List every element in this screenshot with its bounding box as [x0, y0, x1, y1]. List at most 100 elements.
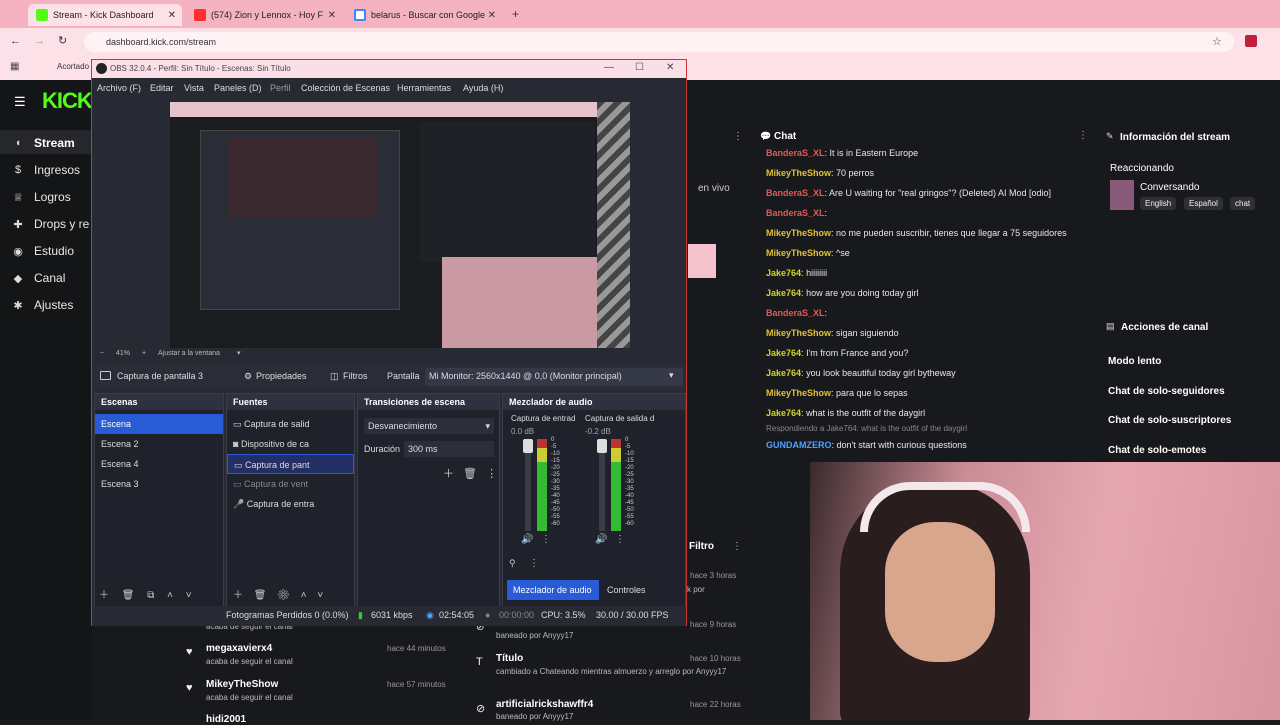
pencil-icon[interactable]: ✎: [1106, 131, 1114, 142]
menu-perfil[interactable]: Perfil: [270, 83, 291, 93]
sidebar-item-ajustes[interactable]: ✱ Ajustes: [12, 298, 73, 312]
scene-controls[interactable]: ＋ 🗑 ⧉ ˄ ˅: [99, 586, 192, 601]
chat-message[interactable]: Jake764: what is the outfit of the daygi…: [756, 403, 1096, 423]
close-icon[interactable]: ✕: [168, 10, 176, 21]
source-item[interactable]: ▭ Captura de salid: [227, 414, 354, 434]
filter-label[interactable]: Filtro: [689, 541, 714, 552]
menu-ayuda[interactable]: Ayuda (H): [463, 83, 503, 93]
tab-kick-dashboard[interactable]: Stream - Kick Dashboard ✕: [28, 4, 182, 26]
source-item[interactable]: 🎤 Captura de entra: [227, 494, 354, 514]
menu-herramientas[interactable]: Herramientas: [397, 83, 451, 93]
close-icon[interactable]: ✕: [666, 62, 674, 73]
menu-paneles[interactable]: Paneles (D): [214, 83, 262, 93]
menu-icon[interactable]: ☰: [14, 94, 26, 110]
chat-message[interactable]: Jake764: you look beautiful today girl b…: [756, 363, 1096, 383]
chevron-down-icon[interactable]: ▾: [237, 349, 241, 357]
chat-message[interactable]: MikeyTheShow: sigan siguiendo: [756, 323, 1096, 343]
source-item[interactable]: ◙ Dispositivo de ca: [227, 434, 354, 454]
zoom-in-icon[interactable]: +: [142, 350, 146, 357]
chat-menu-icon[interactable]: ⋮: [1078, 130, 1088, 141]
sidebar-item-logros[interactable]: ♕ Logros: [12, 190, 71, 204]
chat-username[interactable]: BanderaS_XL: [766, 308, 825, 318]
menu-archivo[interactable]: Archivo (F): [97, 83, 141, 93]
scene-item[interactable]: Escena 2: [95, 434, 223, 454]
chat-username[interactable]: Jake764: [766, 408, 801, 418]
action-slow-mode[interactable]: Modo lento: [1108, 356, 1161, 367]
chat-username[interactable]: Jake764: [766, 368, 801, 378]
speaker-icon[interactable]: 🔊: [595, 534, 607, 545]
more-options-icon[interactable]: ⋮: [733, 131, 743, 142]
reload-icon[interactable]: ↻: [58, 34, 67, 47]
chat-message[interactable]: BanderaS_XL: It is in Eastern Europe: [756, 143, 1096, 163]
speaker-icon[interactable]: 🔊: [521, 534, 533, 545]
volume-slider[interactable]: [523, 439, 533, 531]
back-icon[interactable]: ←: [10, 35, 21, 47]
chat-message[interactable]: Jake764: how are you doing today girl: [756, 283, 1096, 303]
menu-coleccion[interactable]: Colección de Escenas: [301, 83, 390, 93]
chat-username[interactable]: MikeyTheShow: [766, 248, 831, 258]
chat-message[interactable]: BanderaS_XL:: [756, 303, 1096, 323]
chat-message[interactable]: BanderaS_XL:: [756, 203, 1096, 223]
chat-message[interactable]: MikeyTheShow: no me pueden suscribir, ti…: [756, 223, 1096, 243]
duration-field[interactable]: 300 ms: [404, 441, 494, 457]
chat-username[interactable]: Jake764: [766, 268, 801, 278]
new-tab-button[interactable]: +: [512, 7, 519, 21]
action-subscribers-only[interactable]: Chat de solo-suscriptores: [1108, 415, 1231, 426]
menu-vista[interactable]: Vista: [184, 83, 204, 93]
chat-username[interactable]: MikeyTheShow: [766, 328, 831, 338]
bookmark-item[interactable]: Acortado: [57, 62, 89, 71]
source-controls[interactable]: ＋ 🗑 ⚙ ˄ ˅: [233, 586, 323, 601]
chat-message[interactable]: MikeyTheShow: para que lo sepas: [756, 383, 1096, 403]
zoom-out-icon[interactable]: −: [100, 350, 104, 357]
chat-username[interactable]: MikeyTheShow: [766, 228, 831, 238]
kick-logo[interactable]: KICK: [42, 88, 93, 114]
source-item[interactable]: ▭ Captura de pant: [227, 454, 354, 474]
tab-audio-mixer[interactable]: Mezclador de audio: [507, 580, 599, 600]
chat-message[interactable]: GUNDAMZERO: don't start with curious que…: [756, 435, 1096, 455]
sidebar-item-ingresos[interactable]: $ Ingresos: [12, 163, 80, 177]
source-item[interactable]: ▭ Captura de vent: [227, 474, 354, 494]
maximize-icon[interactable]: ☐: [635, 62, 644, 73]
sidebar-item-estudio[interactable]: ◉ Estudio: [12, 244, 74, 258]
filter-menu-icon[interactable]: ⋮: [732, 541, 742, 552]
obs-preview[interactable]: [170, 102, 630, 348]
chat-username[interactable]: MikeyTheShow: [766, 388, 831, 398]
link-icon[interactable]: ⚲: [509, 558, 516, 569]
chat-username[interactable]: Jake764: [766, 288, 801, 298]
chat-message[interactable]: Jake764: hiiiiiiii: [756, 263, 1096, 283]
more-options-icon[interactable]: ⋮: [541, 534, 551, 545]
tab-youtube[interactable]: (574) Zion y Lennox - Hoy F ✕: [186, 4, 342, 26]
chat-message[interactable]: MikeyTheShow: 70 perros: [756, 163, 1096, 183]
action-emotes-only[interactable]: Chat de solo-emotes: [1108, 445, 1206, 456]
bookmark-star-icon[interactable]: ☆: [1212, 35, 1222, 48]
filters-button[interactable]: Filtros: [343, 371, 368, 381]
forward-icon[interactable]: →: [34, 35, 45, 47]
tab-google[interactable]: belarus - Buscar con Google ✕: [346, 4, 502, 26]
screen-select[interactable]: Mi Monitor: 2560x1440 @ 0,0 (Monitor pri…: [425, 368, 683, 386]
apps-icon[interactable]: ▦: [10, 61, 19, 72]
menu-editar[interactable]: Editar: [150, 83, 174, 93]
transition-select[interactable]: Desvanecimiento ▾: [364, 418, 494, 434]
scene-item[interactable]: Escena: [95, 414, 223, 434]
more-options-icon[interactable]: ⋮: [615, 534, 625, 545]
tab-controls[interactable]: Controles: [603, 580, 663, 600]
sidebar-item-stream[interactable]: ◖ Stream: [12, 136, 75, 150]
chat-username[interactable]: GUNDAMZERO: [766, 440, 832, 450]
fit-window-label[interactable]: Ajustar a la ventana: [158, 350, 220, 357]
chat-username[interactable]: MikeyTheShow: [766, 168, 831, 178]
chat-username[interactable]: BanderaS_XL: [766, 208, 825, 218]
action-followers-only[interactable]: Chat de solo-seguidores: [1108, 386, 1225, 397]
slider-handle[interactable]: [523, 439, 533, 453]
slider-handle[interactable]: [597, 439, 607, 453]
sidebar-item-canal[interactable]: ◆ Canal: [12, 271, 66, 285]
properties-button[interactable]: Propiedades: [256, 371, 307, 381]
close-icon[interactable]: ✕: [488, 10, 496, 21]
chat-username[interactable]: BanderaS_XL: [766, 188, 825, 198]
chat-message[interactable]: BanderaS_XL: Are U waiting for "real gri…: [756, 183, 1096, 203]
transition-controls[interactable]: ＋ 🗑 ⋮: [443, 465, 497, 481]
chat-message[interactable]: MikeyTheShow: ^se: [756, 243, 1096, 263]
minimize-icon[interactable]: —: [604, 62, 614, 73]
scene-item[interactable]: Escena 4: [95, 454, 223, 474]
scene-item[interactable]: Escena 3: [95, 474, 223, 494]
volume-slider[interactable]: [597, 439, 607, 531]
